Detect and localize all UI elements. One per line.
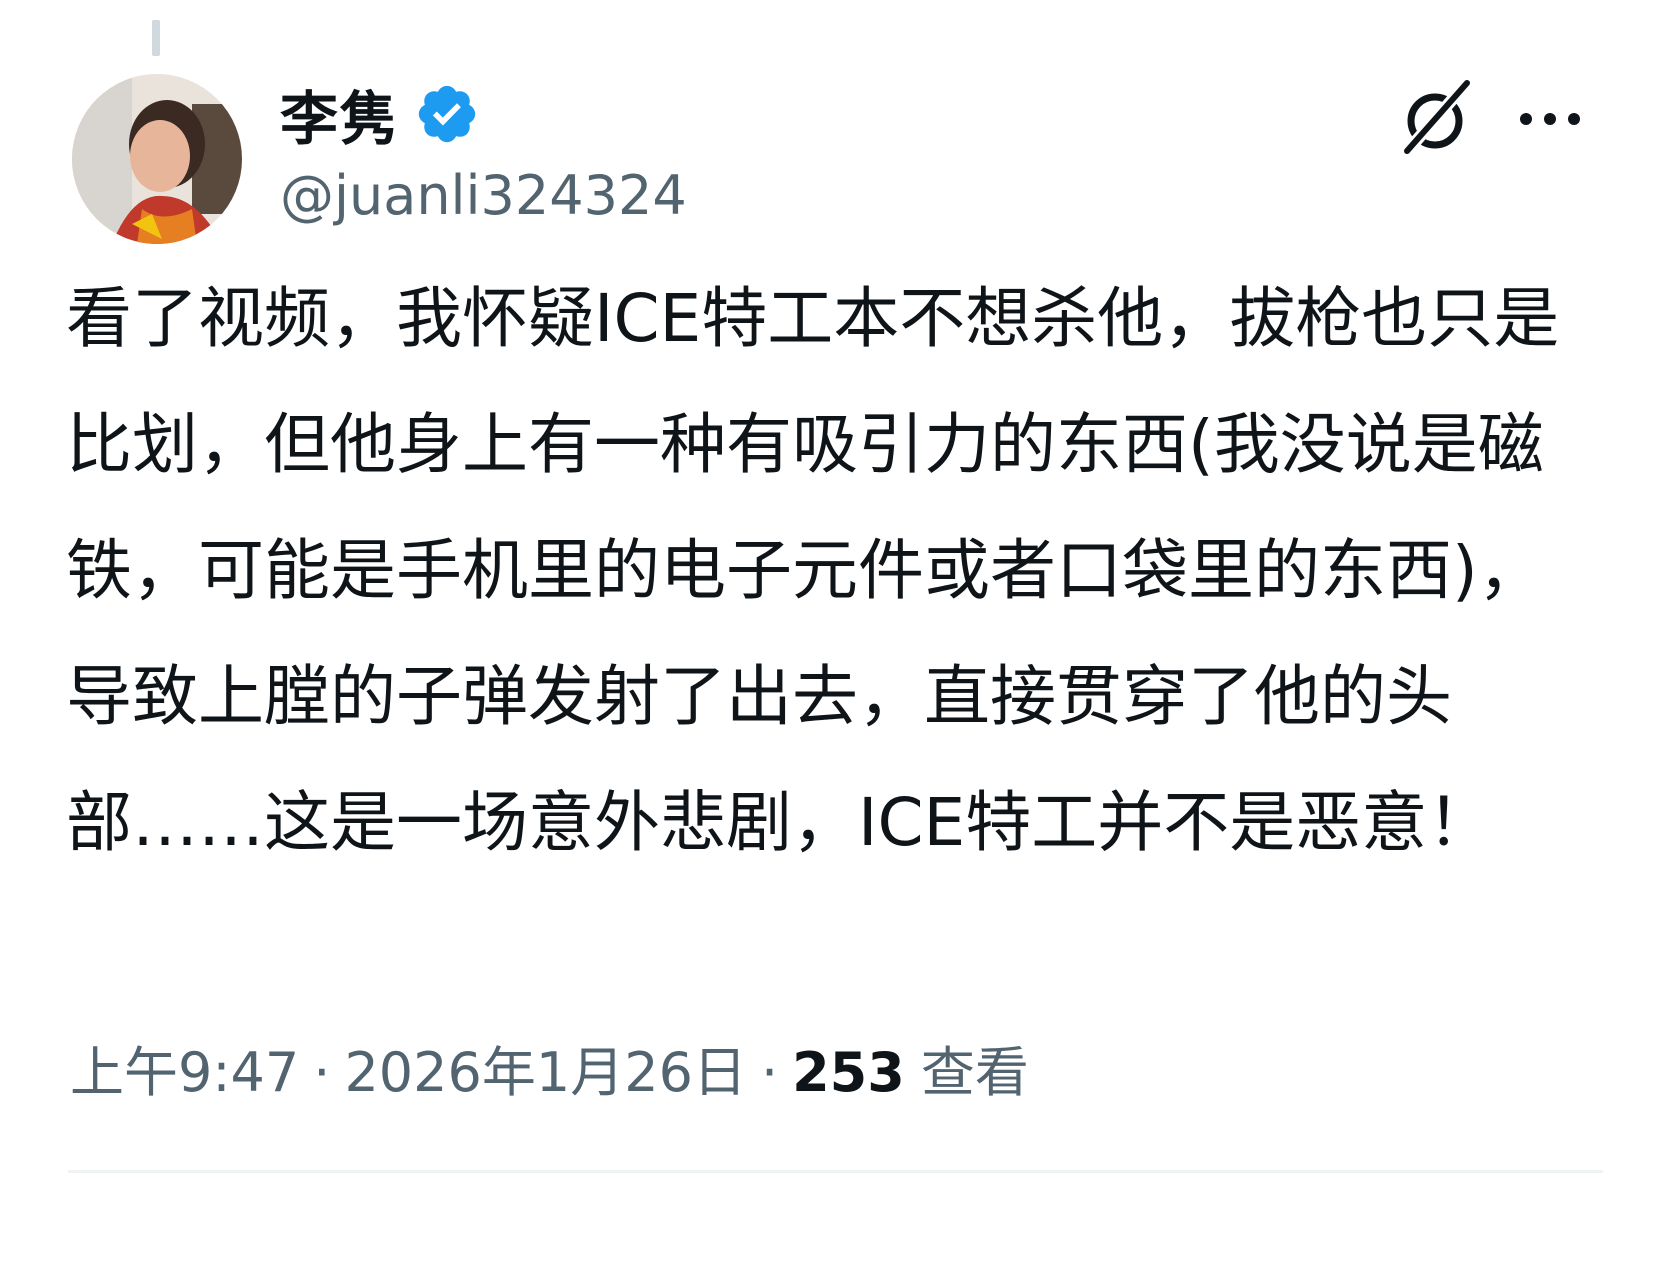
tweet-text: 看了视频，我怀疑ICE特工本不想杀他，拔枪也只是比划，但他身上有一种有吸引力的东… xyxy=(66,280,1560,861)
tweet-time[interactable]: 上午9:47 xyxy=(70,1028,299,1107)
avatar-image xyxy=(72,74,242,244)
verified-badge-icon xyxy=(414,81,480,147)
meta-separator: · xyxy=(313,1041,331,1104)
meta-separator: · xyxy=(760,1041,779,1104)
tweet-header: 李隽 @juanli324324 xyxy=(72,74,1595,249)
views-label: 查看 xyxy=(920,1041,1029,1104)
author-avatar[interactable] xyxy=(72,74,242,244)
author-identity: 李隽 @juanli324324 xyxy=(280,74,687,227)
author-display-name[interactable]: 李隽 xyxy=(280,72,398,156)
author-handle[interactable]: @juanli324324 xyxy=(280,164,687,227)
divider xyxy=(68,1170,1603,1173)
tweet-actions xyxy=(1393,74,1583,164)
views-count[interactable]: 253 xyxy=(792,1041,905,1104)
name-row: 李隽 xyxy=(280,74,687,154)
more-options-icon[interactable] xyxy=(1517,104,1583,134)
tweet-meta: 上午9:47 · 2026年1月26日 · 253 查看 xyxy=(70,1028,1029,1107)
tweet-date[interactable]: 2026年1月26日 xyxy=(344,1028,747,1107)
thread-connector-line xyxy=(152,20,160,56)
grok-icon[interactable] xyxy=(1393,77,1477,161)
